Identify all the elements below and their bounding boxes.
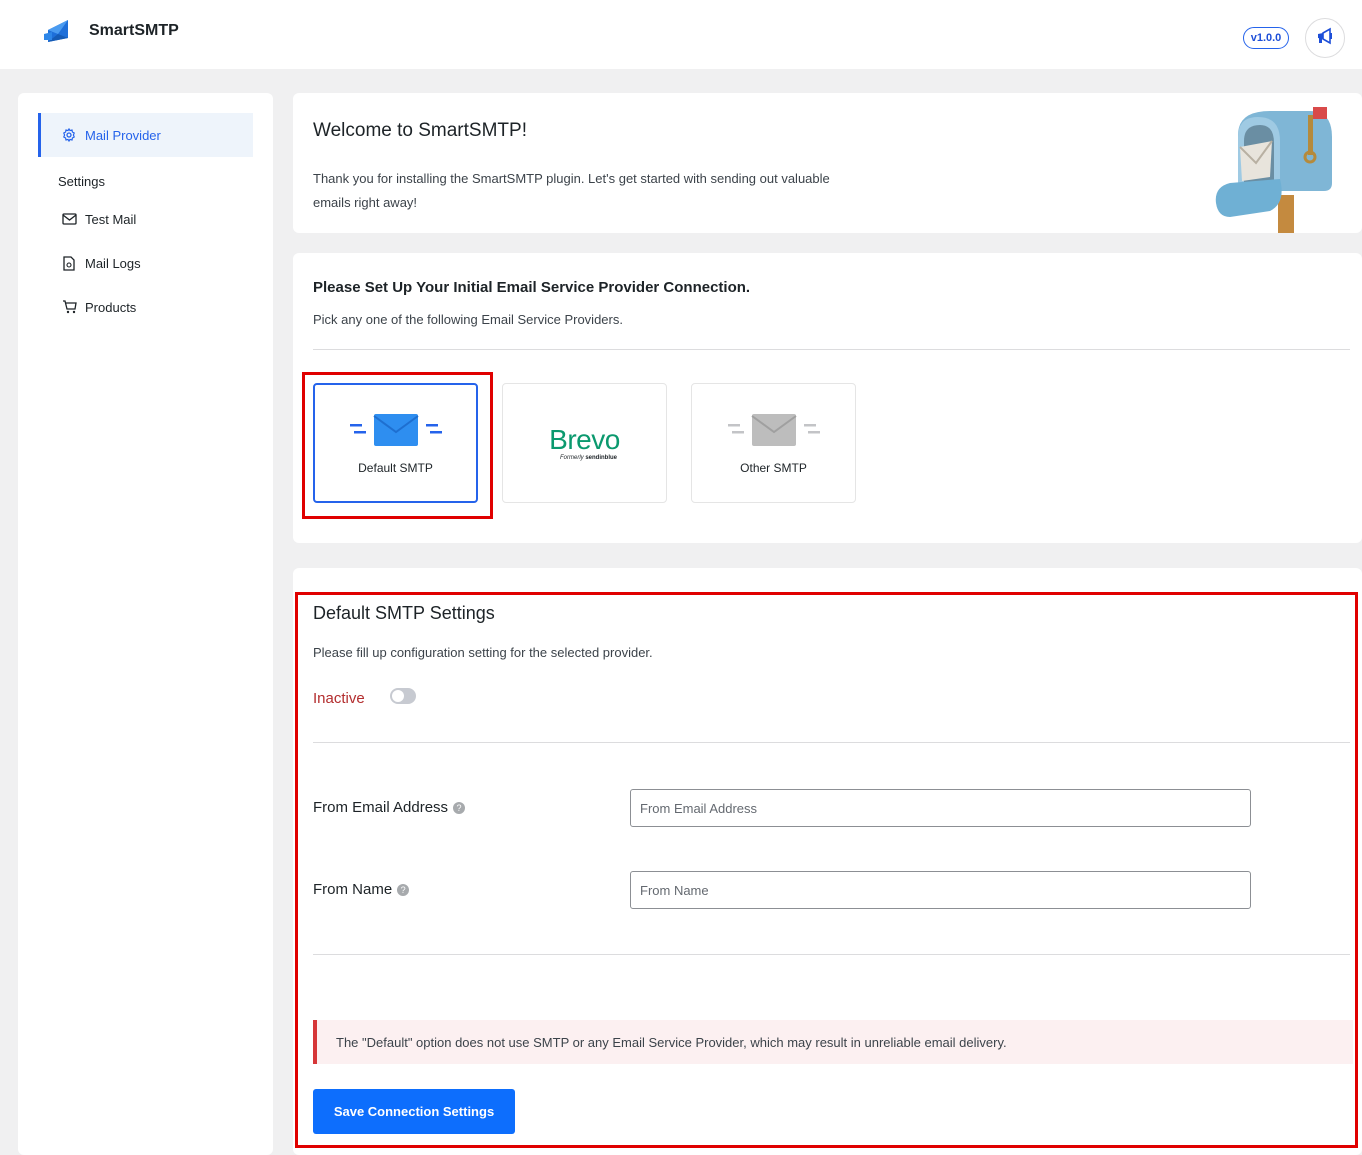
sidebar-item-products[interactable]: Products <box>38 285 253 329</box>
smtp-settings-card: Default SMTP Settings Please fill up con… <box>293 568 1362 1155</box>
welcome-title: Welcome to SmartSMTP! <box>313 120 527 141</box>
sidebar-item-label: Mail Logs <box>85 255 141 271</box>
provider-setup-card: Please Set Up Your Initial Email Service… <box>293 253 1362 543</box>
file-icon <box>61 255 77 271</box>
envelope-icon <box>726 412 822 453</box>
provider-other-smtp[interactable]: Other SMTP <box>691 383 856 503</box>
sidebar-item-label: Test Mail <box>85 211 137 227</box>
provider-brevo[interactable]: Brevo Formerly sendinblue <box>502 383 667 503</box>
brevo-tagline-brand: sendinblue <box>585 454 617 461</box>
help-icon[interactable]: ? <box>397 883 410 896</box>
sidebar-item-mail-logs[interactable]: Mail Logs <box>38 241 253 285</box>
divider <box>313 742 1350 743</box>
settings-section-label: Settings <box>58 174 105 189</box>
welcome-card: Welcome to SmartSMTP! Thank you for inst… <box>293 93 1362 233</box>
envelope-icon <box>348 412 444 453</box>
from-name-label: From Name ? <box>313 881 410 898</box>
field-label-text: From Email Address <box>313 799 449 816</box>
status-label: Inactive <box>313 690 365 707</box>
setup-title: Please Set Up Your Initial Email Service… <box>313 279 751 296</box>
sidebar-item-test-mail[interactable]: Test Mail <box>38 197 253 241</box>
sidebar: Mail Provider Settings Test Mail Mail Lo… <box>18 93 273 1155</box>
from-name-input[interactable] <box>630 871 1251 909</box>
mailbox-illustration-icon <box>1210 107 1336 233</box>
brevo-tagline-prefix: Formerly <box>559 454 584 461</box>
field-label-text: From Name <box>313 881 393 898</box>
brevo-tagline: Formerly sendinblue <box>560 455 617 461</box>
megaphone-icon <box>1315 27 1335 50</box>
brand-name: SmartSMTP <box>89 22 179 39</box>
top-bar: SmartSMTP v1.0.0 <box>0 0 1362 69</box>
active-toggle[interactable] <box>390 688 416 704</box>
sidebar-item-label: Products <box>85 299 137 315</box>
version-badge: v1.0.0 <box>1243 27 1289 49</box>
announcement-button[interactable] <box>1305 18 1345 58</box>
save-connection-settings-button[interactable]: Save Connection Settings <box>313 1089 515 1134</box>
from-email-input[interactable] <box>630 789 1251 827</box>
envelope-icon <box>61 211 77 227</box>
gear-icon <box>61 127 77 143</box>
provider-default-smtp[interactable]: Default SMTP <box>313 383 478 503</box>
sidebar-item-label: Mail Provider <box>85 127 161 143</box>
provider-label: Other SMTP <box>740 460 807 475</box>
divider <box>313 349 1350 350</box>
brevo-logo: Brevo <box>549 423 620 455</box>
welcome-text: Thank you for installing the SmartSMTP p… <box>313 171 830 210</box>
sidebar-item-mail-provider[interactable]: Mail Provider <box>38 113 253 157</box>
cart-icon <box>61 299 77 315</box>
help-icon[interactable]: ? <box>453 801 466 814</box>
warning-notice: The "Default" option does not use SMTP o… <box>313 1020 1353 1064</box>
provider-label: Default SMTP <box>358 460 433 475</box>
from-email-label: From Email Address ? <box>313 799 466 816</box>
divider <box>313 954 1350 955</box>
setup-subtitle: Pick any one of the following Email Serv… <box>313 312 623 327</box>
settings-title: Default SMTP Settings <box>313 603 495 623</box>
smartsmtp-logo-icon <box>44 18 72 44</box>
settings-subtitle: Please fill up configuration setting for… <box>313 645 653 660</box>
